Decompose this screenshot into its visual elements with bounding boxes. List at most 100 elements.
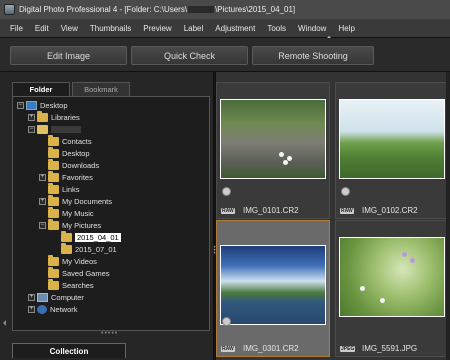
tree-item-libraries[interactable]: + Libraries bbox=[28, 111, 80, 123]
tree-item-computer[interactable]: + Computer bbox=[28, 292, 84, 303]
tree-item-network[interactable]: + Network bbox=[28, 304, 78, 315]
menu-label[interactable]: Label bbox=[178, 24, 210, 33]
tab-bookmark[interactable]: Bookmark bbox=[72, 82, 130, 96]
menu-bar: File Edit View Thumbnails Preview Label … bbox=[0, 19, 450, 38]
tree-item-favorites[interactable]: + Favorites bbox=[39, 171, 93, 183]
edit-status-icon bbox=[222, 317, 231, 326]
tree-item-downloads[interactable]: Downloads bbox=[39, 159, 100, 171]
network-icon bbox=[37, 305, 47, 314]
search-folder-icon bbox=[48, 279, 59, 290]
thumbnail-image bbox=[220, 245, 326, 325]
panel-resize-grip-icon[interactable]: ••••• bbox=[101, 330, 118, 337]
format-badge: RAW bbox=[221, 346, 235, 352]
tab-folder[interactable]: Folder bbox=[12, 82, 70, 96]
remote-shooting-button[interactable]: Remote Shooting bbox=[252, 46, 374, 65]
folder-icon bbox=[61, 243, 72, 254]
tree-item-contacts[interactable]: Contacts bbox=[39, 135, 92, 147]
thumbnail-image bbox=[339, 237, 445, 317]
expand-icon[interactable]: + bbox=[39, 174, 46, 181]
tree-label: Libraries bbox=[51, 113, 80, 122]
libraries-icon bbox=[37, 111, 48, 122]
thumbnail-card[interactable]: JPEG IMG_5591.JPG bbox=[335, 220, 449, 357]
tree-item-my-videos[interactable]: My Videos bbox=[39, 255, 97, 267]
menu-view[interactable]: View bbox=[55, 24, 84, 33]
format-badge: RAW bbox=[221, 208, 235, 214]
window-title-suffix: \Pictures\2015_04_01] bbox=[215, 5, 296, 14]
tree-label: Desktop bbox=[62, 149, 90, 158]
collapse-icon[interactable]: − bbox=[39, 222, 46, 229]
tree-label: Desktop bbox=[40, 101, 68, 110]
tree-item-desktop-sub[interactable]: Desktop bbox=[39, 147, 90, 159]
tree-label: My Pictures bbox=[62, 221, 102, 230]
tab-collection[interactable]: Collection bbox=[12, 343, 126, 358]
menu-edit[interactable]: Edit bbox=[29, 24, 55, 33]
tree-item-user[interactable]: − bbox=[28, 124, 81, 135]
collapse-icon[interactable]: − bbox=[28, 126, 35, 133]
tree-item-saved-games[interactable]: Saved Games bbox=[39, 267, 110, 279]
desktop-icon bbox=[26, 101, 37, 110]
quick-check-button[interactable]: Quick Check bbox=[131, 46, 248, 65]
favorites-icon bbox=[48, 171, 59, 182]
toolbar: Edit Image Quick Check Remote Shooting bbox=[0, 38, 450, 72]
tree-item-searches[interactable]: Searches bbox=[39, 279, 94, 291]
downloads-icon bbox=[48, 159, 59, 170]
tree-label: Links bbox=[62, 185, 80, 194]
menu-window[interactable]: Window bbox=[292, 24, 332, 33]
edit-status-icon bbox=[222, 187, 231, 196]
tree-label: My Documents bbox=[62, 197, 113, 206]
menu-help[interactable]: Help bbox=[332, 24, 360, 33]
tree-item-my-music[interactable]: My Music bbox=[39, 207, 94, 219]
expand-icon[interactable]: + bbox=[28, 294, 35, 301]
user-folder-icon bbox=[37, 125, 48, 134]
tree-label: 2015_07_01 bbox=[75, 245, 117, 254]
tree-item-desktop[interactable]: − Desktop bbox=[17, 100, 68, 111]
menu-thumbnails[interactable]: Thumbnails bbox=[84, 24, 137, 33]
expand-icon[interactable]: + bbox=[39, 198, 46, 205]
redacted-username bbox=[51, 126, 81, 133]
menu-adjustment[interactable]: Adjustment bbox=[209, 24, 261, 33]
tree-item-my-documents[interactable]: + My Documents bbox=[39, 195, 113, 207]
thumbnail-card[interactable]: RAW IMG_0102.CR2 bbox=[335, 82, 449, 219]
thumbnail-filename: IMG_0102.CR2 bbox=[362, 206, 418, 215]
menu-preview[interactable]: Preview bbox=[137, 24, 177, 33]
videos-folder-icon bbox=[48, 255, 59, 266]
format-badge: RAW bbox=[340, 208, 354, 214]
menu-tools[interactable]: Tools bbox=[261, 24, 292, 33]
collapse-icon[interactable]: − bbox=[17, 102, 24, 109]
app-icon bbox=[4, 4, 15, 15]
thumbnail-card[interactable]: RAW IMG_0101.CR2 bbox=[216, 82, 330, 219]
tree-item-my-pictures[interactable]: − My Pictures bbox=[39, 219, 102, 231]
collapse-left-pane-icon[interactable] bbox=[3, 320, 6, 326]
menu-file[interactable]: File bbox=[4, 24, 29, 33]
tree-item-links[interactable]: Links bbox=[39, 183, 80, 195]
window-title-bar: Digital Photo Professional 4 - [Folder: … bbox=[0, 0, 450, 19]
tree-label: Network bbox=[50, 305, 78, 314]
edit-status-icon bbox=[341, 187, 350, 196]
folder-icon bbox=[61, 231, 72, 242]
tree-label: Downloads bbox=[62, 161, 100, 170]
music-folder-icon bbox=[48, 207, 59, 218]
tree-label: Contacts bbox=[62, 137, 92, 146]
tree-label: 2015_04_01 bbox=[75, 233, 121, 242]
pictures-folder-icon bbox=[48, 219, 59, 230]
folder-icon bbox=[48, 267, 59, 278]
scrollbar[interactable] bbox=[446, 72, 450, 360]
edit-image-button[interactable]: Edit Image bbox=[10, 46, 127, 65]
format-badge: JPEG bbox=[340, 346, 356, 352]
tree-label: Favorites bbox=[62, 173, 93, 182]
thumbnail-grid: RAW IMG_0101.CR2 RAW IMG_0102.CR2 RAW IM… bbox=[216, 72, 450, 360]
thumbnail-filename: IMG_0301.CR2 bbox=[243, 344, 299, 353]
panel-tabs: Folder Bookmark bbox=[12, 82, 130, 96]
folder-icon bbox=[48, 195, 59, 206]
thumbnail-card-selected[interactable]: RAW IMG_0301.CR2 bbox=[216, 220, 330, 357]
expand-icon[interactable]: + bbox=[28, 114, 35, 121]
tree-label: Searches bbox=[62, 281, 94, 290]
tree-item-2015-04-01[interactable]: 2015_04_01 bbox=[61, 231, 121, 243]
tree-item-2015-07-01[interactable]: 2015_07_01 bbox=[61, 243, 117, 255]
thumbnail-image bbox=[339, 99, 445, 179]
expand-icon[interactable]: + bbox=[28, 306, 35, 313]
folder-tree: − Desktop + Libraries − Contacts Desktop bbox=[12, 96, 210, 331]
redacted-username bbox=[188, 6, 215, 13]
computer-icon bbox=[37, 293, 48, 302]
tree-label: Computer bbox=[51, 293, 84, 302]
